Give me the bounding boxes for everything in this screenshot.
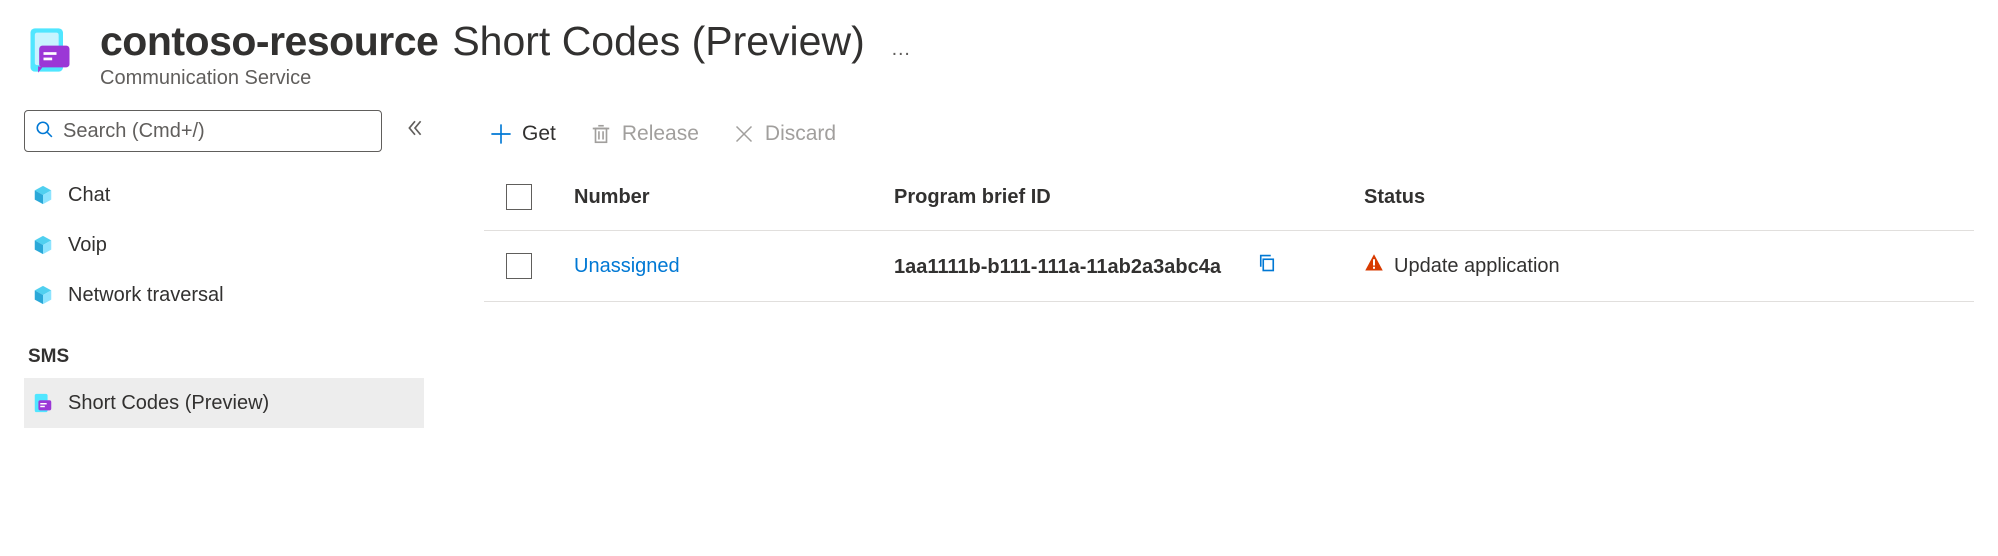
status-text: Update application [1394, 255, 1560, 278]
cube-icon [32, 284, 54, 306]
sidebar-item-label: Network traversal [68, 284, 224, 307]
search-input[interactable] [63, 120, 371, 143]
close-icon [733, 123, 755, 145]
collapse-sidebar-icon[interactable] [406, 119, 424, 143]
warning-icon [1364, 253, 1384, 279]
get-button[interactable]: Get [490, 122, 556, 146]
row-checkbox[interactable] [506, 253, 532, 279]
release-label: Release [622, 122, 699, 146]
resource-name: contoso-resource [100, 18, 438, 65]
sidebar-item-label: Voip [68, 234, 107, 257]
search-box[interactable] [24, 110, 382, 152]
column-header-program-brief-id[interactable]: Program brief ID [894, 186, 1364, 209]
more-button[interactable]: … [879, 39, 924, 59]
sidebar-item-voip[interactable]: Voip [24, 220, 424, 270]
number-link[interactable]: Unassigned [574, 255, 680, 277]
plus-icon [490, 123, 512, 145]
program-brief-id-value: 1aa1111b-b111-111a-11ab2a3abc4a [894, 256, 1221, 278]
cube-icon [32, 234, 54, 256]
table-row[interactable]: Unassigned 1aa1111b-b111-111a-11ab2a3abc… [484, 231, 1974, 302]
page-title: Short Codes (Preview) [452, 18, 864, 65]
search-icon [35, 120, 53, 143]
short-codes-icon [32, 392, 54, 414]
select-all-checkbox[interactable] [506, 184, 532, 210]
resource-icon [24, 24, 76, 76]
sidebar-item-chat[interactable]: Chat [24, 170, 424, 220]
release-button: Release [590, 122, 699, 146]
sidebar-item-short-codes[interactable]: Short Codes (Preview) [24, 378, 424, 428]
column-header-status[interactable]: Status [1364, 186, 1664, 209]
sidebar-section-sms: SMS [24, 346, 424, 368]
column-header-number[interactable]: Number [574, 186, 894, 209]
sidebar-item-label: Short Codes (Preview) [68, 392, 269, 415]
trash-icon [590, 123, 612, 145]
table-header-row: Number Program brief ID Status [484, 184, 1974, 231]
sidebar-item-network-traversal[interactable]: Network traversal [24, 270, 424, 320]
sidebar-item-label: Chat [68, 184, 110, 207]
service-type-label: Communication Service [100, 67, 924, 90]
get-label: Get [522, 122, 556, 146]
discard-label: Discard [765, 122, 836, 146]
copy-icon[interactable] [1257, 256, 1277, 278]
discard-button: Discard [733, 122, 836, 146]
cube-icon [32, 184, 54, 206]
